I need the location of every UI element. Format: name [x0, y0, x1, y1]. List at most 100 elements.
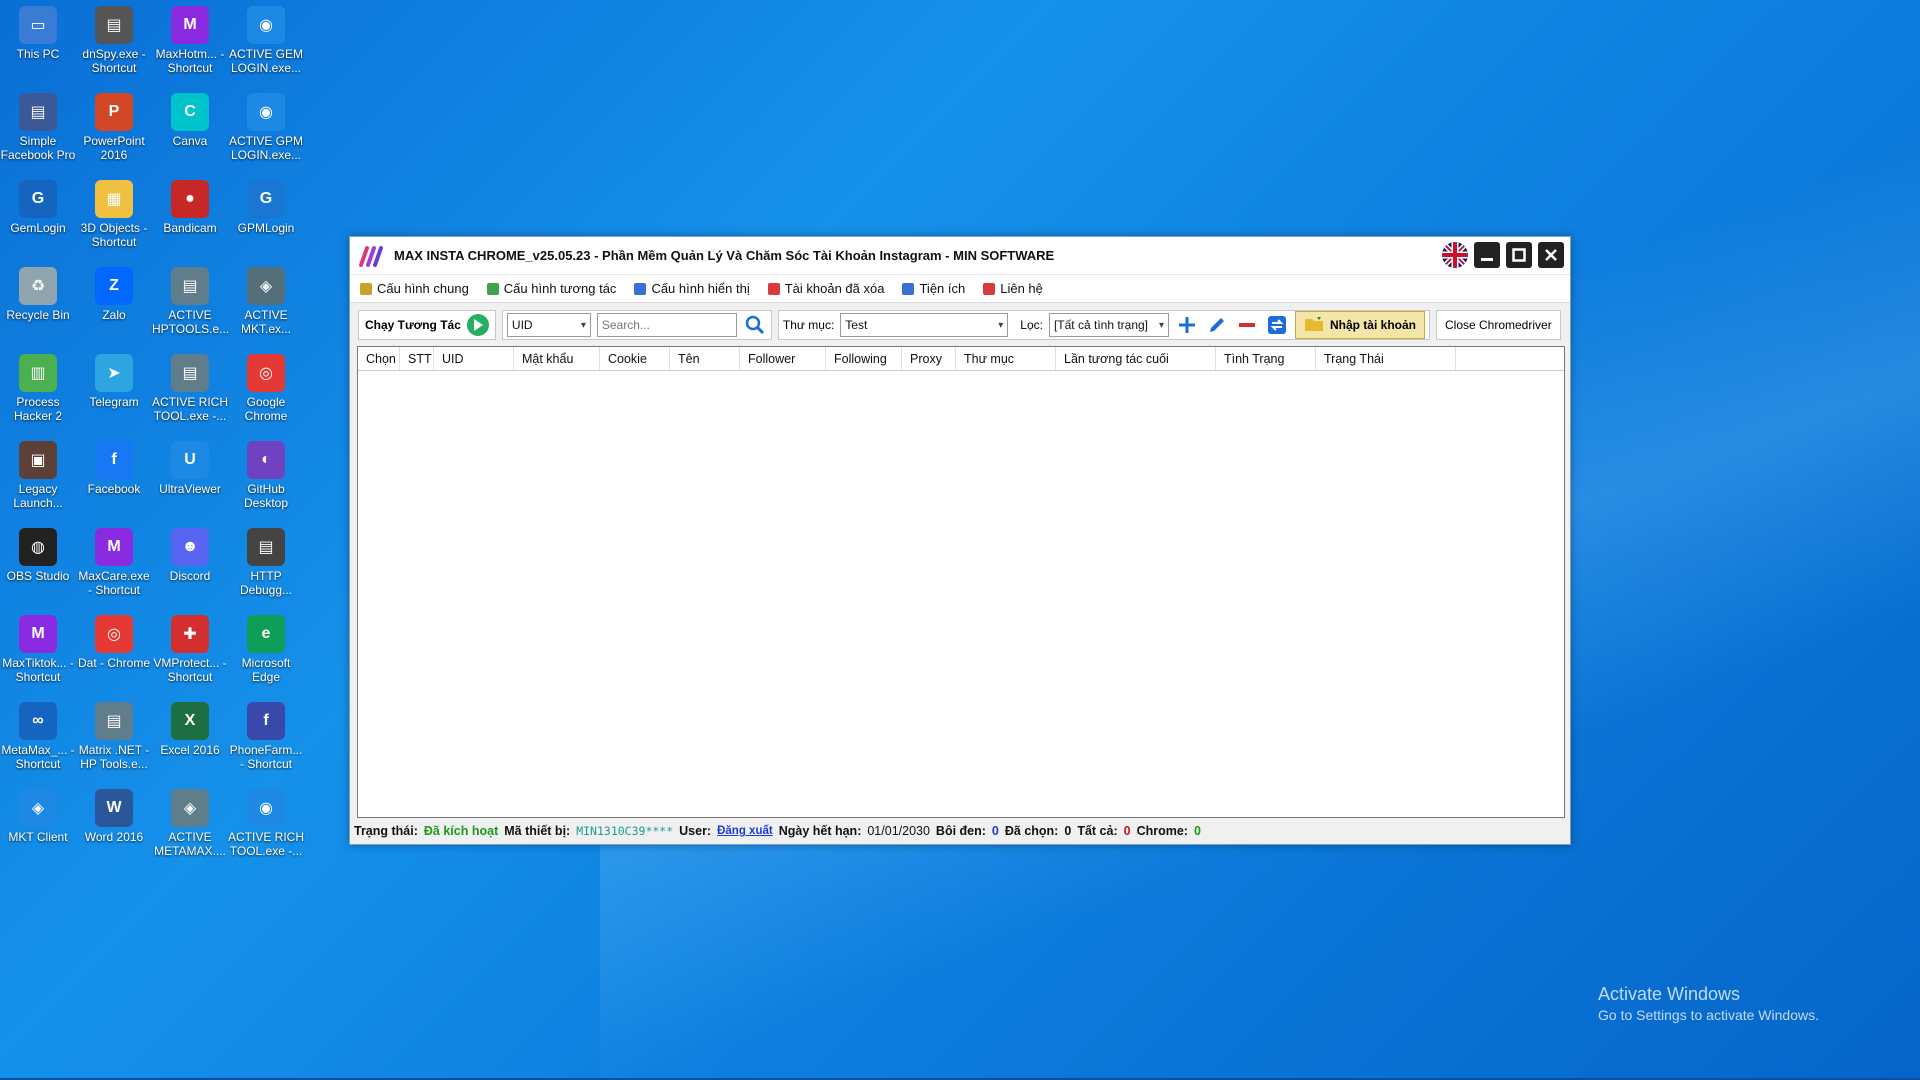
desktop-icon[interactable]: ▭ This PC: [0, 0, 76, 84]
column-header[interactable]: UID: [434, 347, 514, 370]
run-interaction-button[interactable]: Chạy Tương Tác: [358, 310, 496, 340]
desktop-icon[interactable]: ∞ MetaMax_... - Shortcut: [0, 696, 76, 780]
desktop-icon[interactable]: ◈ MKT Client: [0, 783, 76, 867]
desktop-icon[interactable]: G GemLogin: [0, 174, 76, 258]
desktop-icon[interactable]: M MaxHotm... - Shortcut: [152, 0, 228, 84]
column-header[interactable]: Tình Trạng: [1216, 347, 1316, 370]
desktop-icon-label: MKT Client: [8, 830, 68, 844]
desktop-icon[interactable]: f Facebook: [76, 435, 152, 519]
desktop-icon[interactable]: ✚ VMProtect... - Shortcut: [152, 609, 228, 693]
column-header[interactable]: Cookie: [600, 347, 670, 370]
search-input[interactable]: Search...: [596, 313, 737, 337]
import-accounts-button[interactable]: Nhập tài khoản: [1294, 311, 1425, 339]
uk-flag-icon[interactable]: [1442, 242, 1468, 268]
column-header[interactable]: Mật khẩu: [514, 347, 600, 370]
desktop-icon[interactable]: ▤ Simple Facebook Pro: [0, 87, 76, 171]
desktop-icon[interactable]: ▤ Matrix .NET - HP Tools.e...: [76, 696, 152, 780]
selected-label: Đã chọn:: [1004, 824, 1059, 838]
desktop-icon-label: ACTIVE MKT.ex...: [240, 308, 291, 336]
folder-label: Thư mục:: [782, 318, 835, 332]
desktop-icon[interactable]: ▤ ACTIVE HPTOOLS.e...: [152, 261, 229, 345]
desktop-icon[interactable]: ♻ Recycle Bin: [0, 261, 76, 345]
column-header[interactable]: Lần tương tác cuối: [1056, 347, 1216, 370]
desktop-icon[interactable]: X Excel 2016: [152, 696, 228, 780]
column-header[interactable]: Thư mục: [956, 347, 1056, 370]
minimize-button[interactable]: [1474, 242, 1500, 268]
refresh-icon[interactable]: [1265, 313, 1289, 337]
desktop-icon-label: MetaMax_... - Shortcut: [1, 743, 75, 771]
desktop-icon[interactable]: W Word 2016: [76, 783, 152, 867]
filter-select[interactable]: [Tất cả tình trạng] ▾: [1048, 313, 1169, 337]
filter-label: Lọc:: [1020, 318, 1043, 332]
desktop-icon[interactable]: ◍ OBS Studio: [0, 522, 76, 606]
desktop-icon[interactable]: f PhoneFarm... - Shortcut: [228, 696, 304, 780]
folder-select[interactable]: Test ▾: [840, 313, 1009, 337]
toolbar: Chạy Tương Tác UID ▾ Search... Thư mục: …: [350, 303, 1570, 347]
desktop-icon[interactable]: ◎ Dat - Chrome: [76, 609, 152, 693]
desktop-icon[interactable]: ▣ Legacy Launch...: [0, 435, 76, 519]
maximize-button[interactable]: [1506, 242, 1532, 268]
menu-item[interactable]: Cấu hình chung: [360, 281, 469, 296]
desktop-icon[interactable]: ▤ ACTIVE RICH TOOL.exe -...: [152, 348, 228, 432]
desktop-icon-label: PhoneFarm... - Shortcut: [229, 743, 303, 771]
desktop-icon[interactable]: ▤ dnSpy.exe - Shortcut: [76, 0, 152, 84]
status-bar: Trạng thái: Đã kích hoạt Mã thiết bị: MI…: [354, 820, 1201, 842]
desktop-icon-label: PowerPoint 2016: [83, 134, 145, 162]
desktop-icon[interactable]: ◈ ACTIVE METAMAX....: [152, 783, 228, 867]
desktop-icon[interactable]: ◉ ACTIVE GEM LOGIN.exe...: [228, 0, 304, 84]
column-header[interactable]: Following: [826, 347, 902, 370]
remove-icon[interactable]: [1235, 313, 1259, 337]
desktop-icon[interactable]: G GPMLogin: [228, 174, 304, 258]
desktop-icon[interactable]: Z Zalo: [76, 261, 152, 345]
desktop-icon[interactable]: ▤ HTTP Debugg...: [228, 522, 304, 606]
menu-item[interactable]: Tiện ích: [902, 281, 965, 296]
close-button[interactable]: [1538, 242, 1564, 268]
desktop-icon[interactable]: e Microsoft Edge: [228, 609, 304, 693]
desktop-icon[interactable]: M MaxCare.exe - Shortcut: [76, 522, 152, 606]
desktop-icon[interactable]: ◐ GitHub Desktop: [228, 435, 304, 519]
app-icon: M: [19, 615, 57, 653]
column-header[interactable]: Chọn: [358, 347, 400, 370]
logout-link[interactable]: Đăng xuất: [717, 825, 773, 837]
desktop-icon[interactable]: ◎ Google Chrome: [228, 348, 304, 432]
desktop-icon[interactable]: ➤ Telegram: [76, 348, 152, 432]
desktop-icon[interactable]: ● Bandicam: [152, 174, 228, 258]
desktop-icon-label: UltraViewer: [159, 482, 221, 496]
column-header[interactable]: Tên: [670, 347, 740, 370]
column-header[interactable]: Trạng Thái: [1316, 347, 1456, 370]
desktop-icon[interactable]: M MaxTiktok... - Shortcut: [0, 609, 76, 693]
app-icon: ▤: [171, 354, 209, 392]
desktop-icon[interactable]: C Canva: [152, 87, 228, 171]
column-header[interactable]: Follower: [740, 347, 826, 370]
user-label: User:: [679, 824, 712, 838]
search-group: UID ▾ Search...: [501, 310, 772, 340]
search-icon[interactable]: [743, 313, 767, 337]
menu-item[interactable]: Cấu hình hiển thị: [634, 281, 750, 296]
desktop-icon[interactable]: ▥ Process Hacker 2: [0, 348, 76, 432]
column-header[interactable]: STT: [400, 347, 434, 370]
menu-item[interactable]: Liên hệ: [983, 281, 1043, 296]
desktop-icon[interactable]: ◉ ACTIVE RICH TOOL.exe -...: [228, 783, 304, 867]
title-bar[interactable]: MAX INSTA CHROME_v25.05.23 - Phần Mềm Qu…: [350, 237, 1570, 275]
menu-item[interactable]: Cấu hình tương tác: [486, 281, 616, 296]
desktop-icon[interactable]: ▦ 3D Objects - Shortcut: [76, 174, 152, 258]
desktop-icon[interactable]: ☻ Discord: [152, 522, 228, 606]
desktop-icon[interactable]: U UltraViewer: [152, 435, 228, 519]
accounts-table[interactable]: Chọn STT UID Mật khẩu Cookie Tên Follower Follo…: [357, 346, 1565, 818]
edit-icon[interactable]: [1205, 313, 1229, 337]
menu-item[interactable]: Tài khoản đã xóa: [767, 281, 884, 296]
desktop-icon-label: Simple Facebook Pro: [0, 134, 76, 162]
desktop-icon-label: Telegram: [89, 395, 139, 409]
app-icon: ◉: [247, 93, 285, 131]
column-header[interactable]: Proxy: [902, 347, 956, 370]
desktop-icon[interactable]: P PowerPoint 2016: [76, 87, 152, 171]
app-icon: G: [247, 180, 285, 218]
add-icon[interactable]: [1175, 313, 1199, 337]
activate-title: Activate Windows: [1598, 984, 1741, 1004]
search-field-select[interactable]: UID ▾: [506, 313, 591, 337]
desktop-icon[interactable]: ◉ ACTIVE GPM LOGIN.exe...: [228, 87, 304, 171]
device-id-value: MIN1310C39****: [576, 824, 674, 838]
desktop-icon[interactable]: ◈ ACTIVE MKT.ex...: [228, 261, 304, 345]
close-chromedriver-button[interactable]: Close Chromedriver: [1435, 310, 1561, 340]
desktop-icon-label: 3D Objects - Shortcut: [80, 221, 148, 249]
